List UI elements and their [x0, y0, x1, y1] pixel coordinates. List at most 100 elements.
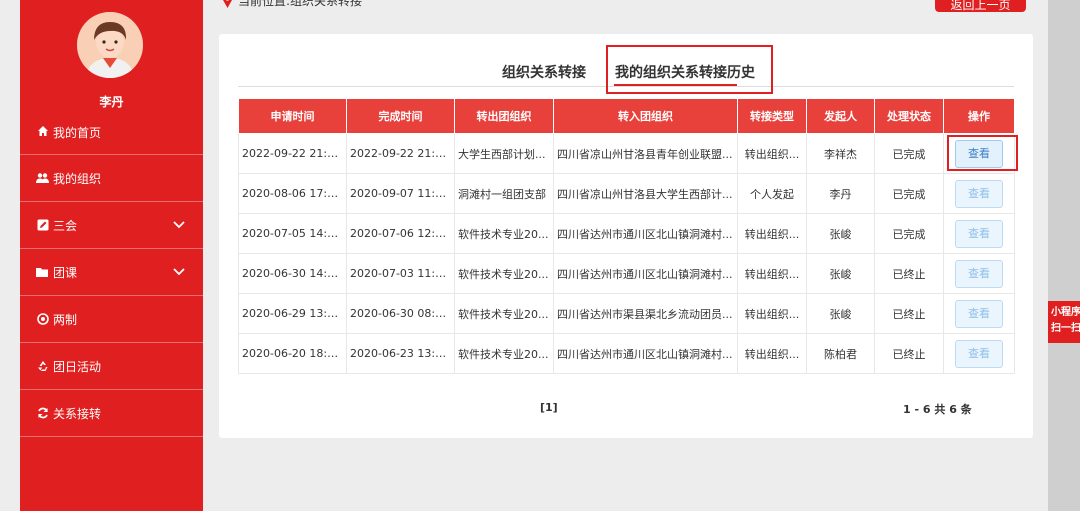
- table-row: 2020-08-06 17:34:27 2020-09-07 11:13:57 …: [238, 173, 1015, 214]
- action-cell: 查看: [943, 293, 1015, 334]
- table-row: 2020-06-29 13:17:15 2020-06-30 08:56:19 …: [238, 293, 1015, 334]
- sidebar-item-my-org[interactable]: 我的组织: [20, 155, 203, 202]
- highlight-box-tab: [606, 45, 773, 94]
- chevron-down-icon[interactable]: [173, 265, 185, 279]
- from-org: 软件技术专业20...: [454, 333, 554, 374]
- to-org: 四川省凉山州甘洛县青年创业联盟...: [553, 133, 738, 174]
- view-button[interactable]: 查看: [955, 219, 1003, 248]
- complete-time: 2022-09-22 21:52:30: [346, 133, 455, 174]
- sidebar-item-label: 团日活动: [53, 359, 102, 374]
- right-scroll-area: [1048, 0, 1080, 511]
- sidebar-item-label: 两制: [53, 312, 78, 327]
- column-header: 处理状态: [874, 98, 944, 134]
- from-org: 大学生西部计划...: [454, 133, 554, 174]
- apply-time: 2022-09-22 21:50:53: [238, 133, 347, 174]
- breadcrumb: 当前位置:组织关系转接: [238, 0, 363, 8]
- apply-time: 2020-06-29 13:17:15: [238, 293, 347, 334]
- from-org: 软件技术专业20...: [454, 213, 554, 254]
- to-org: 四川省达州市渠县渠北乡流动团员...: [553, 293, 738, 334]
- sidebar-item-league-class[interactable]: 团课: [20, 249, 203, 296]
- badge-line-2: 扫一扫: [1051, 323, 1080, 334]
- initiator: 李丹: [806, 173, 875, 214]
- transfer-type: 转出组织...: [737, 253, 807, 294]
- table-row: 2022-09-22 21:50:53 2022-09-22 21:52:30 …: [238, 133, 1015, 174]
- location-pin-icon: [222, 0, 233, 11]
- complete-time: 2020-06-30 08:56:19: [346, 293, 455, 334]
- apply-time: 2020-06-30 14:59:05: [238, 253, 347, 294]
- from-org: 洞滩村一组团支部: [454, 173, 554, 214]
- table-row: 2020-06-20 18:21:12 2020-06-23 13:38:17 …: [238, 333, 1015, 374]
- from-org: 软件技术专业20...: [454, 253, 554, 294]
- transfer-type: 转出组织...: [737, 213, 807, 254]
- complete-time: 2020-07-06 12:07:51: [346, 213, 455, 254]
- sidebar-item-label: 关系接转: [53, 406, 102, 421]
- status: 已终止: [874, 253, 944, 294]
- column-header: 操作: [943, 98, 1015, 134]
- transfer-type: 转出组织...: [737, 133, 807, 174]
- status: 已终止: [874, 293, 944, 334]
- column-header: 转接类型: [737, 98, 807, 134]
- to-org: 四川省达州市通川区北山镇洞滩村...: [553, 333, 738, 374]
- table-row: 2020-06-30 14:59:05 2020-07-03 11:17:50 …: [238, 253, 1015, 294]
- column-header: 转出团组织: [454, 98, 554, 134]
- left-gutter: [0, 0, 20, 511]
- edit-icon: [36, 219, 49, 232]
- from-org: 软件技术专业20...: [454, 293, 554, 334]
- table-row: 2020-07-05 14:54:04 2020-07-06 12:07:51 …: [238, 213, 1015, 254]
- sidebar-nav: 我的首页 我的组织 三会 团课 两制 团日活动 关系接转: [20, 110, 203, 437]
- column-header: 完成时间: [346, 98, 455, 134]
- table-header-row: 申请时间 完成时间 转出团组织 转入团组织 转接类型 发起人 处理状态 操作: [238, 98, 1015, 134]
- action-cell: 查看: [943, 253, 1015, 294]
- view-button[interactable]: 查看: [955, 339, 1003, 368]
- pagination-pages[interactable]: [1]: [540, 401, 558, 414]
- apply-time: 2020-08-06 17:34:27: [238, 173, 347, 214]
- chevron-down-icon[interactable]: [173, 218, 185, 232]
- sidebar-item-label: 我的组织: [53, 171, 102, 186]
- user-name: 李丹: [99, 95, 124, 109]
- home-icon: [36, 124, 49, 137]
- initiator: 张峻: [806, 293, 875, 334]
- avatar: [77, 12, 143, 78]
- apply-time: 2020-07-05 14:54:04: [238, 213, 347, 254]
- complete-time: 2020-06-23 13:38:17: [346, 333, 455, 374]
- sidebar-item-label: 我的首页: [53, 126, 102, 140]
- sidebar-item-transfer[interactable]: 关系接转: [20, 390, 203, 437]
- initiator: 张峻: [806, 253, 875, 294]
- apply-time: 2020-06-20 18:21:12: [238, 333, 347, 374]
- tab-org-transfer[interactable]: 组织关系转接: [502, 62, 586, 82]
- highlight-box-view: [947, 135, 1018, 171]
- sidebar: 李丹 我的首页 我的组织 三会 团课 两制 团日活动 关系接转: [20, 0, 203, 511]
- transfer-type: 个人发起: [737, 173, 807, 214]
- history-table: 申请时间 完成时间 转出团组织 转入团组织 转接类型 发起人 处理状态 操作 2…: [238, 98, 1015, 374]
- complete-time: 2020-07-03 11:17:50: [346, 253, 455, 294]
- back-button[interactable]: 返回上一页: [935, 0, 1026, 12]
- action-cell: 查看: [943, 173, 1015, 214]
- status: 已完成: [874, 133, 944, 174]
- column-header: 申请时间: [238, 98, 347, 134]
- folder-icon: [36, 266, 49, 279]
- mini-program-badge[interactable]: 小程序 扫一扫: [1048, 301, 1080, 343]
- action-cell: 查看: [943, 213, 1015, 254]
- sidebar-item-label: 团课: [53, 265, 78, 280]
- sidebar-item-league-day[interactable]: 团日活动: [20, 343, 203, 390]
- status: 已完成: [874, 213, 944, 254]
- view-button[interactable]: 查看: [955, 179, 1003, 208]
- column-header: 发起人: [806, 98, 875, 134]
- transfer-type: 转出组织...: [737, 293, 807, 334]
- sidebar-item-three-meetings[interactable]: 三会: [20, 202, 203, 249]
- complete-time: 2020-09-07 11:13:57: [346, 173, 455, 214]
- transfer-type: 转出组织...: [737, 333, 807, 374]
- circle-dot-icon: [36, 313, 49, 326]
- view-button[interactable]: 查看: [955, 299, 1003, 328]
- column-header: 转入团组织: [553, 98, 738, 134]
- pagination-summary: 1 - 6 共 6 条: [903, 403, 972, 416]
- sidebar-item-label: 三会: [53, 218, 78, 233]
- sidebar-item-two-systems[interactable]: 两制: [20, 296, 203, 343]
- sidebar-item-home[interactable]: 我的首页: [20, 110, 203, 155]
- refresh-icon: [36, 407, 49, 420]
- action-cell: 查看: [943, 333, 1015, 374]
- initiator: 李祥杰: [806, 133, 875, 174]
- to-org: 四川省达州市通川区北山镇洞滩村...: [553, 213, 738, 254]
- badge-line-1: 小程序: [1051, 307, 1080, 318]
- view-button[interactable]: 查看: [955, 259, 1003, 288]
